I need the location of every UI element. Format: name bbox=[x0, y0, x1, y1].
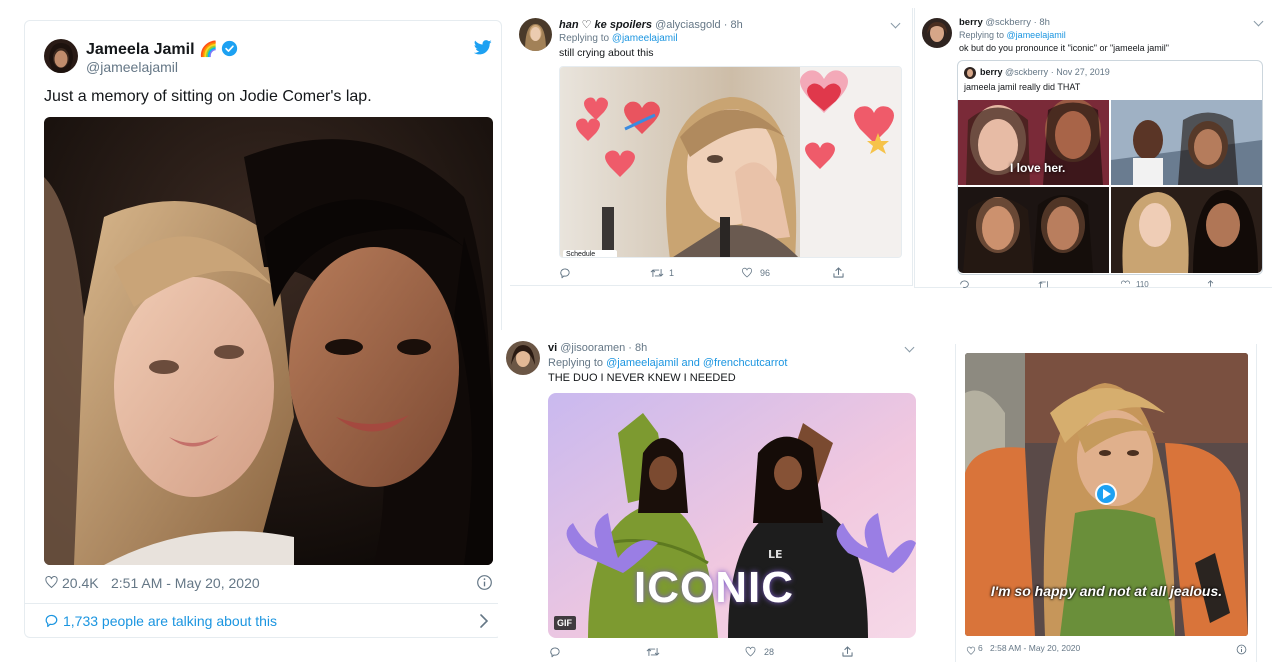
video-subtitle: I'm so happy and not at all jealous. bbox=[990, 583, 1223, 599]
chevron-down-icon[interactable] bbox=[890, 18, 901, 29]
heart-icon[interactable] bbox=[966, 643, 977, 655]
han-handle[interactable]: @alyciasgold bbox=[655, 19, 721, 31]
author-name-text[interactable]: Jameela Jamil bbox=[86, 41, 195, 58]
han-like-count[interactable]: 96 bbox=[760, 268, 770, 278]
replying-prefix: Replying to bbox=[548, 357, 604, 369]
replying-prefix: Replying to bbox=[559, 33, 610, 44]
han-name[interactable]: han ♡ ke spoilers bbox=[559, 19, 652, 31]
retweet-icon[interactable] bbox=[650, 267, 664, 279]
reply-icon[interactable] bbox=[549, 646, 561, 658]
berry-like-count[interactable]: 110 bbox=[1136, 280, 1149, 288]
reply-vi-card: vi @jisooramen · 8h Replying to @jameela… bbox=[498, 330, 926, 672]
heart-icon[interactable] bbox=[744, 646, 757, 658]
replying-to-link[interactable]: @jameelajamil bbox=[612, 33, 678, 44]
twitter-bird-icon[interactable] bbox=[473, 40, 492, 56]
berry-name[interactable]: berry bbox=[959, 17, 983, 28]
reply-icon[interactable] bbox=[959, 279, 970, 288]
chevron-down-icon[interactable] bbox=[904, 342, 915, 353]
berry-avatar[interactable] bbox=[922, 18, 952, 48]
vi-name[interactable]: vi bbox=[548, 342, 557, 354]
reply-icon[interactable] bbox=[559, 267, 571, 279]
tweet-timestamp[interactable]: 2:51 AM - May 20, 2020 bbox=[111, 575, 260, 591]
gif-badge: GIF bbox=[557, 618, 572, 628]
friends-video[interactable]: I'm so happy and not at all jealous. bbox=[965, 353, 1248, 636]
berry-text: ok but do you pronounce it "iconic" or "… bbox=[959, 43, 1169, 53]
share-icon[interactable] bbox=[832, 266, 845, 279]
rainbow-emoji: 🌈 bbox=[198, 41, 218, 58]
share-icon[interactable] bbox=[1205, 279, 1216, 288]
vi-avatar[interactable] bbox=[506, 341, 540, 375]
iconic-gif[interactable]: LE ICONIC GIF bbox=[548, 393, 916, 638]
heart-icon[interactable] bbox=[44, 575, 60, 591]
tweet-text: Just a memory of sitting on Jodie Comer'… bbox=[44, 88, 372, 105]
reply-han-card: han ♡ ke spoilers @alyciasgold · 8h Repl… bbox=[510, 8, 913, 286]
han-avatar[interactable] bbox=[519, 18, 552, 51]
replying-to-link[interactable]: @jameelajamil and @frenchcutcarrot bbox=[606, 357, 787, 369]
quoted-tweet[interactable]: berry @sckberry · Nov 27, 2019 jameela j… bbox=[957, 60, 1263, 275]
han-retweet-count[interactable]: 1 bbox=[669, 268, 674, 278]
han-replying: Replying to @jameelajamil bbox=[559, 33, 678, 44]
info-icon[interactable] bbox=[1236, 642, 1247, 655]
vi-replying: Replying to @jameelajamil and @frenchcut… bbox=[548, 357, 787, 369]
reply-berry-card: berry @sckberry · 8h Replying to @jameel… bbox=[914, 8, 1272, 288]
share-icon[interactable] bbox=[841, 645, 854, 658]
friends-timestamp[interactable]: 2:58 AM - May 20, 2020 bbox=[990, 643, 1080, 653]
info-icon[interactable] bbox=[476, 574, 493, 591]
retweet-icon[interactable] bbox=[646, 646, 660, 658]
heart-icon[interactable] bbox=[741, 267, 753, 279]
berry-header: berry @sckberry · 8h bbox=[959, 17, 1050, 28]
author-handle[interactable]: @jameelajamil bbox=[86, 59, 178, 75]
vi-handle[interactable]: @jisooramen bbox=[560, 342, 625, 354]
han-text: still crying about this bbox=[559, 47, 654, 59]
vi-text: THE DUO I NEVER KNEW I NEEDED bbox=[548, 372, 736, 384]
quoted-photo-caption: I love her. bbox=[1010, 161, 1066, 175]
retweet-icon[interactable] bbox=[1038, 279, 1050, 288]
verified-badge-icon bbox=[221, 40, 238, 57]
han-time[interactable]: · 8h bbox=[724, 19, 743, 31]
svg-text:LE: LE bbox=[768, 548, 783, 561]
quoted-text: jameela jamil really did THAT bbox=[964, 82, 1081, 92]
like-count[interactable]: 20.4K bbox=[62, 575, 99, 591]
quoted-date: · Nov 27, 2019 bbox=[1050, 67, 1110, 77]
author-name[interactable]: Jameela Jamil 🌈 bbox=[86, 40, 218, 59]
main-tweet-card: Jameela Jamil 🌈 @jameelajamil Just a mem… bbox=[24, 20, 502, 638]
schedule-tag: Schedule bbox=[566, 251, 596, 258]
divider bbox=[25, 603, 501, 604]
han-gif[interactable]: Schedule bbox=[559, 66, 902, 258]
heart-icon[interactable] bbox=[1120, 279, 1131, 288]
vi-time[interactable]: · 8h bbox=[628, 342, 647, 354]
selfie-photo[interactable] bbox=[44, 117, 493, 565]
quoted-header: berry @sckberry · Nov 27, 2019 bbox=[980, 67, 1110, 77]
vi-header: vi @jisooramen · 8h bbox=[548, 342, 647, 354]
quoted-handle: @sckberry bbox=[1005, 67, 1049, 77]
reply-friends-card: I'm so happy and not at all jealous. 6 2… bbox=[955, 344, 1257, 662]
friends-like-count[interactable]: 6 bbox=[978, 643, 983, 653]
vi-like-count[interactable]: 28 bbox=[764, 647, 774, 657]
chevron-down-icon[interactable] bbox=[1253, 16, 1264, 27]
berry-handle[interactable]: @sckberry bbox=[985, 17, 1031, 28]
berry-time[interactable]: · 8h bbox=[1034, 17, 1050, 28]
chevron-right-icon[interactable] bbox=[476, 613, 492, 629]
berry-replying: Replying to @jameelajamil bbox=[959, 30, 1066, 40]
replying-prefix: Replying to bbox=[959, 30, 1005, 40]
replying-to-link[interactable]: @jameelajamil bbox=[1007, 30, 1066, 40]
iconic-text: ICONIC bbox=[634, 563, 794, 612]
han-header: han ♡ ke spoilers @alyciasgold · 8h bbox=[559, 18, 743, 31]
quoted-photo-grid[interactable]: I love her. bbox=[958, 100, 1262, 273]
quoted-name: berry bbox=[980, 67, 1003, 77]
speech-bubble-icon[interactable] bbox=[44, 613, 60, 629]
quoted-avatar bbox=[964, 67, 976, 79]
talking-about-link[interactable]: 1,733 people are talking about this bbox=[63, 613, 277, 629]
jameela-avatar[interactable] bbox=[44, 39, 78, 73]
